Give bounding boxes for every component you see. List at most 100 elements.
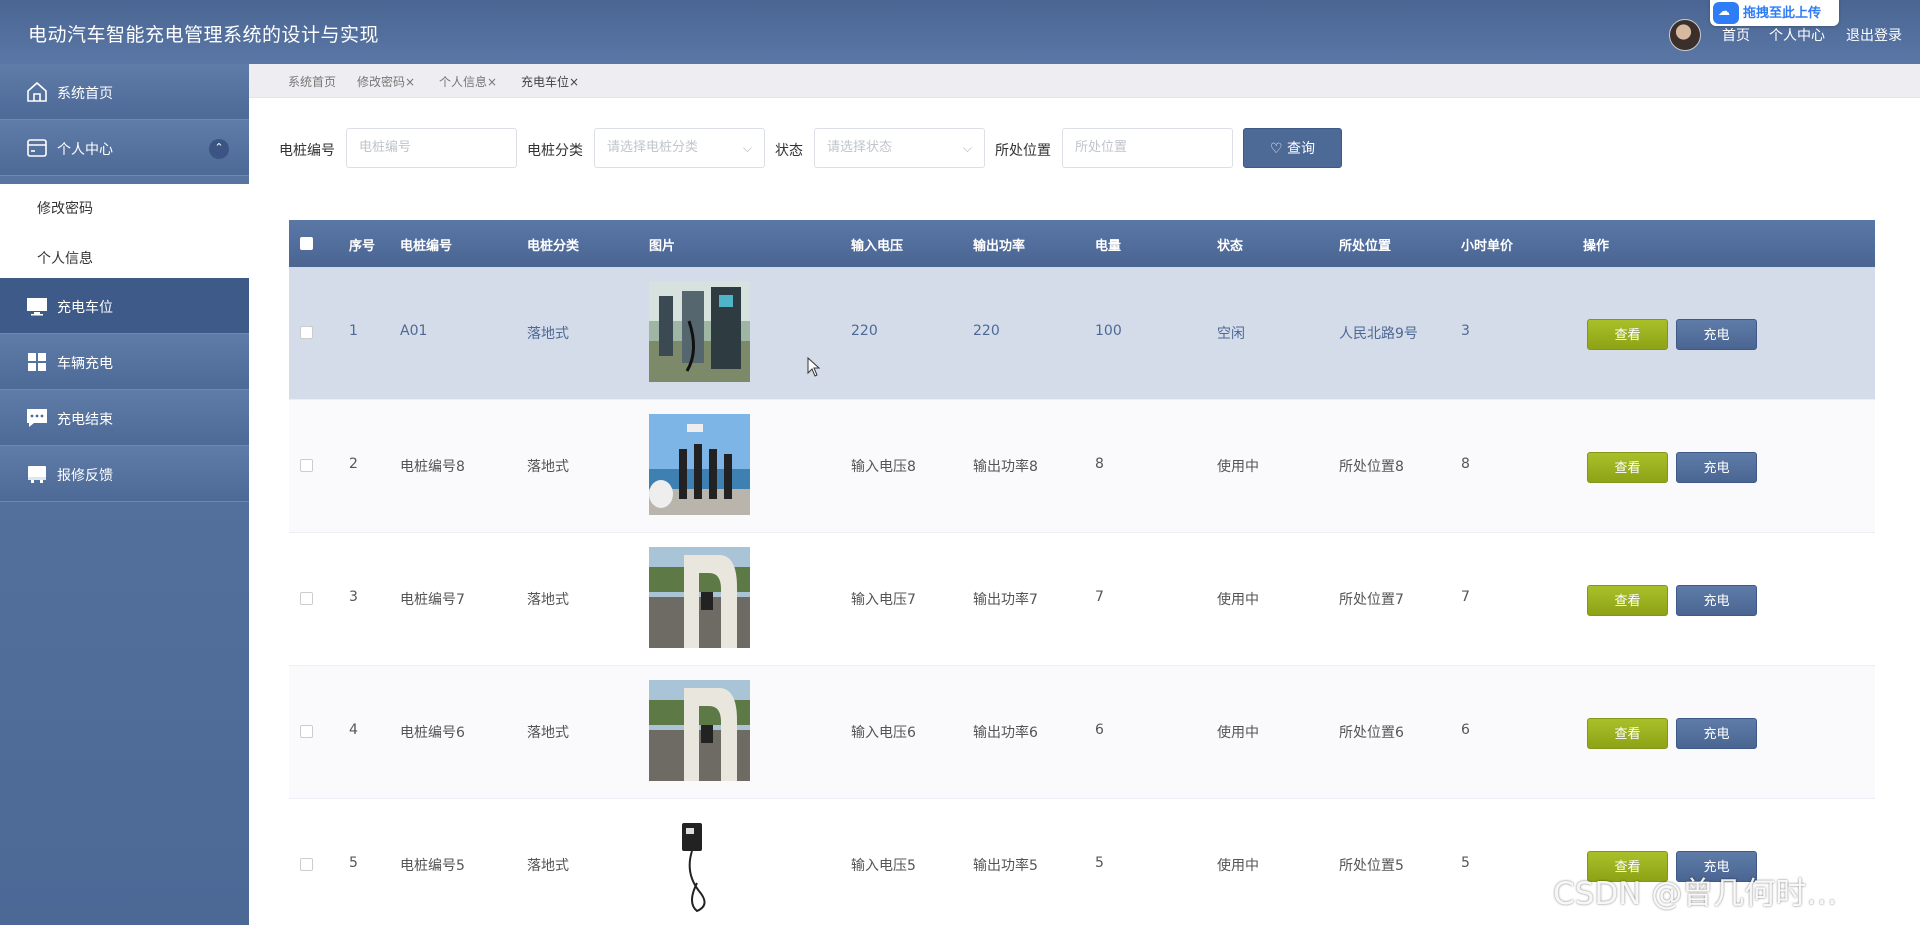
col-location: 所处位置 [1339,239,1392,254]
col-code: 电桩编号 [400,239,453,254]
row-checkbox[interactable] [300,858,313,871]
view-button[interactable]: 查看 [1587,718,1668,749]
row-checkbox[interactable] [300,459,313,472]
col-price: 小时单价 [1461,239,1514,254]
row-voltage: 输入电压5 [851,858,916,874]
row-checkbox[interactable] [300,725,313,738]
tab-personal-info[interactable]: 个人信息× [439,73,497,90]
row-code: 电桩编号5 [400,858,465,874]
col-voltage: 输入电压 [851,239,904,254]
row-battery: 6 [1095,722,1104,738]
row-no: 4 [349,722,358,738]
row-location: 人民北路9号 [1339,326,1418,342]
col-image: 图片 [649,239,676,254]
search-bar: 电桩编号 电桩编号 电桩分类 请选择电桩分类 ⌵ 状态 请选择状态 ⌵ 所处位置 所… [249,98,1920,198]
sidebar-item-home[interactable]: 系统首页 [0,64,249,120]
row-price: 5 [1461,855,1470,871]
row-location: 所处位置7 [1339,592,1404,608]
pile-image [649,414,750,515]
row-power: 输出功率5 [973,858,1038,874]
top-header: 电动汽车智能充电管理系统的设计与实现 首页 个人中心 退出登录 ☁ 拖拽至此上传 [0,0,1920,64]
personal-center-submenu: 修改密码 个人信息 [0,184,249,284]
pile-code-input[interactable]: 电桩编号 [346,128,517,168]
view-button[interactable]: 查看 [1587,452,1668,483]
row-battery: 5 [1095,855,1104,871]
row-price: 7 [1461,589,1470,605]
sidebar-item-repair-feedback[interactable]: 报修反馈 [0,446,249,502]
row-power: 输出功率6 [973,725,1038,741]
location-input[interactable]: 所处位置 [1062,128,1233,168]
sidebar-item-charging-space[interactable]: 充电车位 [0,278,249,334]
row-no: 3 [349,589,358,605]
row-status: 使用中 [1217,725,1259,741]
status-select[interactable]: 请选择状态 ⌵ [814,128,985,168]
row-price: 6 [1461,722,1470,738]
pile-type-label: 电桩分类 [527,143,583,159]
status-placeholder: 请选择状态 [827,140,893,155]
row-location: 所处位置5 [1339,858,1404,874]
logout-link[interactable]: 退出登录 [1846,25,1902,45]
row-code: A01 [400,323,428,339]
charge-button[interactable]: 充电 [1676,585,1757,616]
view-button[interactable]: 查看 [1587,585,1668,616]
charge-button[interactable]: 充电 [1676,319,1757,350]
table-row: 3 电桩编号7 落地式 输入电压7 输出功率7 7 使用中 所处位置7 7 查看… [289,533,1875,666]
search-button-label: 查询 [1287,141,1315,157]
sidebar-item-charging-end[interactable]: 充电结束 [0,390,249,446]
status-label: 状态 [775,143,803,159]
monitor-icon [27,298,47,316]
row-battery: 8 [1095,456,1104,472]
mouse-cursor-icon [807,357,821,377]
row-status: 使用中 [1217,592,1259,608]
pile-code-label: 电桩编号 [279,143,335,159]
tab-bar: 系统首页 修改密码× 个人信息× 充电车位× [249,64,1920,98]
location-label: 所处位置 [995,143,1051,159]
submenu-item-change-password[interactable]: 修改密码 [37,198,93,218]
row-voltage: 输入电压6 [851,725,916,741]
chat-icon [27,409,47,427]
pile-image [649,813,750,914]
pile-image [649,547,750,648]
select-all-checkbox[interactable] [300,237,313,250]
row-voltage: 输入电压8 [851,459,916,475]
upload-badge[interactable]: ☁ 拖拽至此上传 [1710,0,1839,26]
watermark: CSDN @曾几何时… [1553,876,1838,912]
cloud-icon: ☁ [1713,2,1739,24]
sidebar-item-personal-center[interactable]: 个人中心 ⌃ [0,120,249,176]
row-no: 5 [349,855,358,871]
row-checkbox[interactable] [300,592,313,605]
chevron-down-icon: ⌵ [962,141,972,155]
nav-personal-center-link[interactable]: 个人中心 [1769,25,1825,45]
pile-type-select[interactable]: 请选择电桩分类 ⌵ [594,128,765,168]
sidebar-item-label: 个人中心 [57,142,113,158]
row-price: 8 [1461,456,1470,472]
row-battery: 7 [1095,589,1104,605]
row-status: 使用中 [1217,459,1259,475]
row-code: 电桩编号7 [400,592,465,608]
row-code: 电桩编号6 [400,725,465,741]
search-button[interactable]: ♡ 查询 [1243,128,1342,168]
charge-button[interactable]: 充电 [1676,718,1757,749]
row-status: 空闲 [1217,326,1245,342]
pile-image [649,281,750,382]
chevron-up-icon[interactable]: ⌃ [209,139,229,159]
sidebar-item-label: 充电车位 [57,300,113,316]
col-actions: 操作 [1583,239,1610,254]
row-location: 所处位置8 [1339,459,1404,475]
avatar[interactable] [1669,19,1701,51]
sidebar: 系统首页 个人中心 ⌃ 修改密码 个人信息 充电车位 车辆充电 充电结束 报修反… [0,64,249,925]
nav-home-link[interactable]: 首页 [1722,25,1750,45]
row-checkbox[interactable] [300,326,313,339]
tab-home[interactable]: 系统首页 [288,73,336,90]
row-power: 输出功率8 [973,459,1038,475]
tab-charging-space[interactable]: 充电车位× [521,73,579,90]
submenu-item-personal-info[interactable]: 个人信息 [37,248,93,268]
sidebar-item-vehicle-charging[interactable]: 车辆充电 [0,334,249,390]
view-button[interactable]: 查看 [1587,319,1668,350]
row-power: 输出功率7 [973,592,1038,608]
row-type: 落地式 [527,725,569,741]
tab-change-password[interactable]: 修改密码× [357,73,415,90]
charge-button[interactable]: 充电 [1676,452,1757,483]
chevron-down-icon: ⌵ [742,141,752,155]
table-row: 1 A01 落地式 220 220 100 空闲 人民北路9号 3 查看 充电 [289,267,1875,400]
